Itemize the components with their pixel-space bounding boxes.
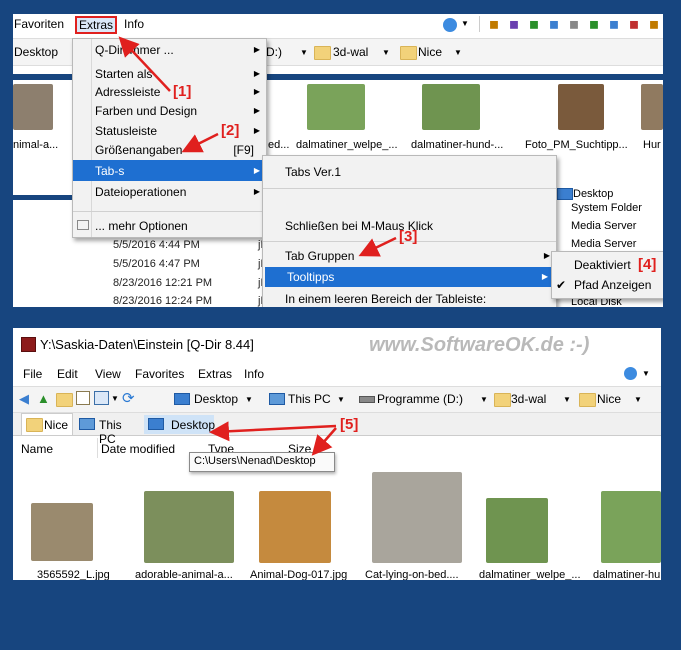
- arrow-5b: [311, 427, 337, 456]
- annotation-arrows: [118, 36, 397, 456]
- arrow-5a: [209, 421, 337, 442]
- arrow-3: [358, 236, 397, 257]
- arrow-1: [118, 36, 171, 92]
- arrow-2: [181, 132, 219, 153]
